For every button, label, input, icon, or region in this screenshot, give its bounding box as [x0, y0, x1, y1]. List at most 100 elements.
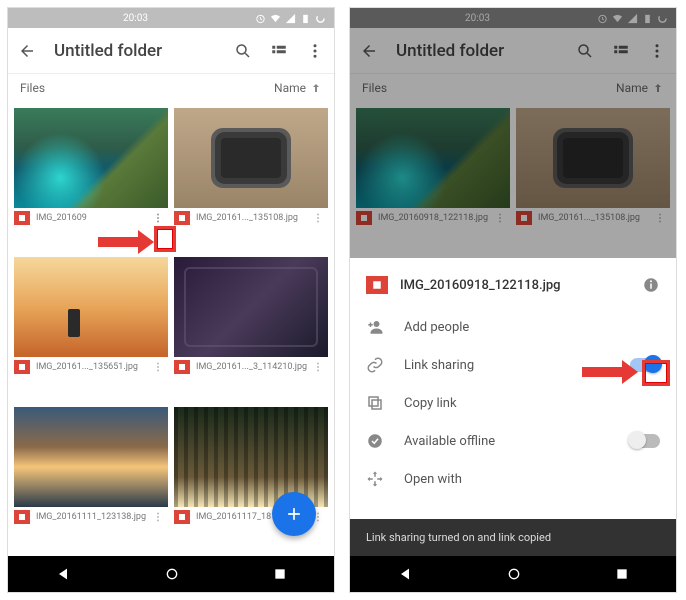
image-icon [516, 211, 532, 225]
search-button[interactable] [576, 42, 594, 60]
sort-row[interactable]: Files Name [350, 74, 676, 102]
open-with-icon [366, 470, 386, 488]
screenshot-left: 20:03 Untitled folder Files Name IMG_201… [8, 8, 334, 592]
copy-icon [366, 394, 386, 412]
available-offline-row[interactable]: Available offline [350, 422, 676, 460]
file-name: IMG_20161..._135108.jpg [196, 213, 308, 223]
image-icon [14, 360, 30, 374]
add-people-row[interactable]: Add people [350, 308, 676, 346]
file-name: IMG_201609 [36, 213, 148, 223]
sheet-header: IMG_20160918_122118.jpg [350, 262, 676, 308]
image-icon [174, 360, 190, 374]
page-title: Untitled folder [396, 41, 576, 61]
view-toggle-button[interactable] [612, 42, 630, 60]
link-icon [366, 356, 386, 374]
available-offline-label: Available offline [404, 434, 495, 449]
link-sharing-label: Link sharing [404, 358, 474, 373]
add-people-label: Add people [404, 320, 469, 335]
arrow-up-icon [310, 82, 322, 94]
alarm-icon [255, 13, 266, 24]
open-with-label: Open with [404, 472, 462, 487]
annotation-arrow [582, 360, 638, 384]
info-button[interactable] [642, 276, 660, 294]
image-icon [174, 211, 190, 225]
file-item[interactable]: IMG_20161..._135651.jpg [14, 257, 168, 377]
sort-field-label: Name [274, 81, 306, 95]
nav-back-button[interactable] [55, 566, 71, 582]
status-bar: 20:03 [350, 8, 676, 28]
files-label: Files [362, 81, 387, 95]
annotation-arrow [98, 230, 154, 254]
fab-add-button[interactable] [272, 492, 316, 536]
loading-icon [315, 13, 326, 24]
file-more-button[interactable] [312, 212, 324, 224]
sort-row[interactable]: Files Name [8, 74, 334, 102]
annotation-highlight-box [642, 360, 670, 386]
open-with-row[interactable]: Open with [350, 460, 676, 498]
nav-bar [8, 556, 334, 592]
file-more-button[interactable] [494, 212, 506, 224]
back-button[interactable] [18, 42, 36, 60]
signal-icon [627, 13, 638, 24]
file-more-button[interactable] [312, 361, 324, 373]
battery-icon [642, 13, 653, 24]
image-icon [366, 276, 388, 294]
file-more-button[interactable] [152, 511, 164, 523]
battery-icon [300, 13, 311, 24]
file-name: IMG_20161..._135651.jpg [36, 362, 148, 372]
file-item[interactable]: IMG_20161..._135108.jpg [174, 108, 328, 228]
status-time: 20:03 [123, 13, 148, 24]
file-grid: IMG_201609 IMG_20161..._135108.jpg IMG_2… [8, 102, 334, 556]
loading-icon [657, 13, 668, 24]
file-item[interactable]: IMG_20161..._3_114210.jpg [174, 257, 328, 377]
wifi-icon [270, 13, 281, 24]
file-item[interactable]: IMG_201609 [14, 108, 168, 228]
file-name: IMG_20161..._135108.jpg [538, 213, 650, 223]
search-button[interactable] [234, 42, 252, 60]
nav-bar [350, 556, 676, 592]
person-add-icon [366, 318, 386, 336]
file-item[interactable]: IMG_20161..._135108.jpg [516, 108, 670, 228]
nav-back-button[interactable] [397, 566, 413, 582]
file-name: IMG_20160918_122118.jpg [378, 213, 490, 223]
image-icon [14, 211, 30, 225]
bottom-sheet: IMG_20160918_122118.jpg Add people Link … [350, 262, 676, 556]
file-item[interactable]: IMG_20161111_123138.jpg [14, 407, 168, 527]
files-label: Files [20, 81, 45, 95]
image-icon [14, 510, 30, 524]
annotation-highlight-box [154, 226, 176, 252]
offline-icon [366, 432, 386, 450]
wifi-icon [612, 13, 623, 24]
app-bar: Untitled folder [8, 28, 334, 74]
image-icon [174, 510, 190, 524]
file-more-button[interactable] [152, 212, 164, 224]
file-more-button[interactable] [654, 212, 666, 224]
view-toggle-button[interactable] [270, 42, 288, 60]
nav-home-button[interactable] [164, 566, 180, 582]
copy-link-row[interactable]: Copy link [350, 384, 676, 422]
app-bar: Untitled folder [350, 28, 676, 74]
alarm-icon [597, 13, 608, 24]
overflow-menu-button[interactable] [648, 42, 666, 60]
available-offline-toggle[interactable] [630, 434, 660, 448]
copy-link-label: Copy link [404, 396, 457, 411]
nav-recent-button[interactable] [273, 567, 287, 581]
page-title: Untitled folder [54, 41, 234, 61]
status-time: 20:03 [465, 13, 490, 24]
status-icons [255, 13, 326, 24]
nav-home-button[interactable] [506, 566, 522, 582]
status-icons [597, 13, 668, 24]
image-icon [356, 211, 372, 225]
signal-icon [285, 13, 296, 24]
nav-recent-button[interactable] [615, 567, 629, 581]
back-button[interactable] [360, 42, 378, 60]
status-bar: 20:03 [8, 8, 334, 28]
file-more-button[interactable] [152, 361, 164, 373]
overflow-menu-button[interactable] [306, 42, 324, 60]
screenshot-right: 20:03 Untitled folder Files Name IMG_201… [350, 8, 676, 592]
sort-field-label: Name [616, 81, 648, 95]
sheet-filename: IMG_20160918_122118.jpg [400, 278, 630, 293]
file-item[interactable]: IMG_20160918_122118.jpg [356, 108, 510, 228]
arrow-up-icon [652, 82, 664, 94]
toast-message: Link sharing turned on and link copied [350, 519, 676, 556]
